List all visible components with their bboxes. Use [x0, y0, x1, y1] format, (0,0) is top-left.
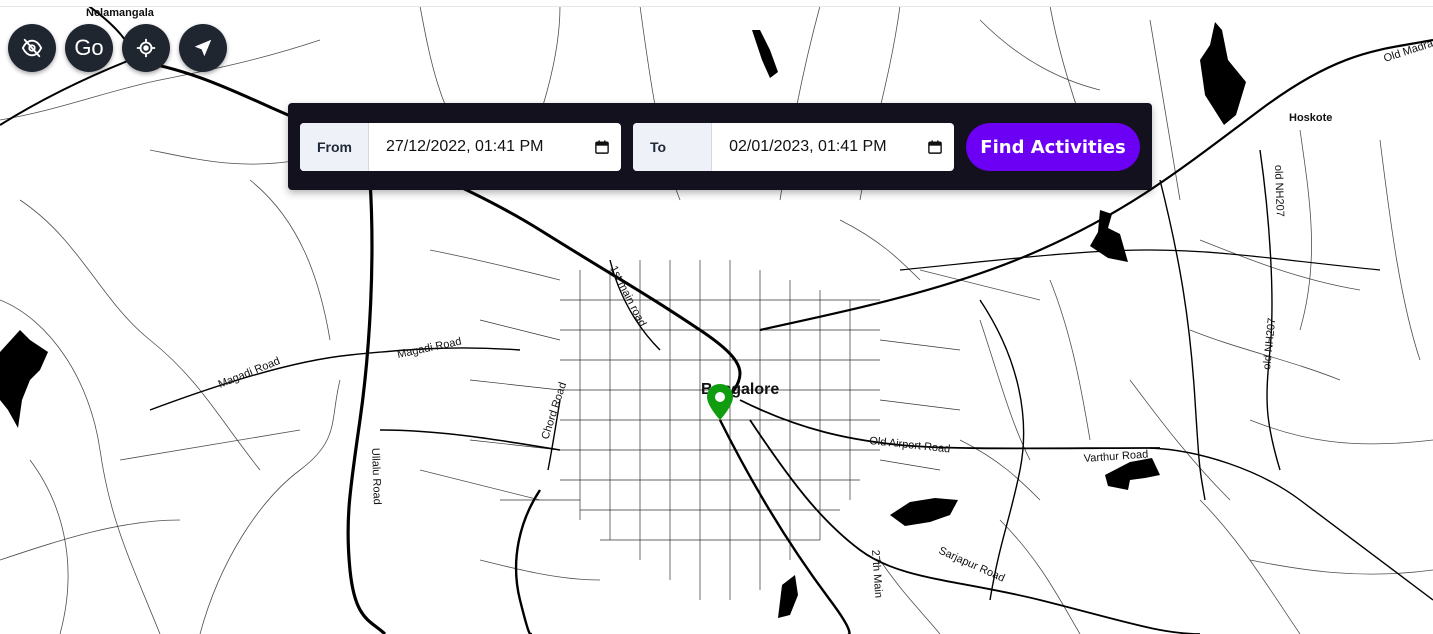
map-canvas[interactable]: Nelamangala Hoskote Bangalore Magadi Roa… — [0, 0, 1433, 634]
find-activities-button[interactable]: Find Activities — [966, 123, 1140, 171]
road-label: Sarjapur Road — [937, 545, 1007, 585]
road-label: 1st main road — [607, 264, 648, 329]
road-label: 27th Main — [869, 549, 884, 598]
place-label: Nelamangala — [86, 7, 155, 19]
eye-off-icon — [21, 38, 43, 58]
go-label: Go — [74, 35, 104, 60]
from-label: From — [300, 123, 369, 171]
from-date-input[interactable]: 27/12/2022, 01:41 PM — [369, 123, 621, 171]
road-label: Ullalu Road — [369, 448, 383, 505]
to-date-field[interactable]: To 02/01/2023, 01:41 PM — [633, 123, 954, 171]
to-date-input[interactable]: 02/01/2023, 01:41 PM — [712, 123, 954, 171]
navigate-button[interactable] — [179, 24, 227, 72]
map-controls: Go — [8, 24, 227, 72]
activity-search-panel: From 27/12/2022, 01:41 PM To 02/01/2023,… — [288, 103, 1152, 190]
from-date-field[interactable]: From 27/12/2022, 01:41 PM — [300, 123, 621, 171]
road-label: Old Madra — [1382, 37, 1433, 65]
road-label: Magadi Road — [217, 355, 282, 391]
road-label: old NH207 — [1261, 317, 1278, 370]
go-button[interactable]: Go — [65, 24, 113, 72]
road-label: old NH207 — [1272, 165, 1286, 217]
calendar-icon[interactable] — [928, 140, 942, 154]
calendar-icon[interactable] — [595, 140, 609, 154]
hide-overlay-button[interactable] — [8, 24, 56, 72]
crosshair-icon — [136, 38, 156, 58]
road-label: Old Airport Road — [869, 435, 951, 455]
navigation-arrow-icon — [194, 39, 212, 57]
place-label: Hoskote — [1289, 112, 1332, 124]
to-label: To — [633, 123, 713, 171]
top-bar — [0, 0, 1433, 7]
from-date-value: 27/12/2022, 01:41 PM — [386, 138, 544, 155]
road-label: Magadi Road — [396, 336, 463, 361]
map-pin-icon[interactable] — [705, 383, 735, 421]
to-date-value: 02/01/2023, 01:41 PM — [729, 138, 887, 155]
locate-button[interactable] — [122, 24, 170, 72]
